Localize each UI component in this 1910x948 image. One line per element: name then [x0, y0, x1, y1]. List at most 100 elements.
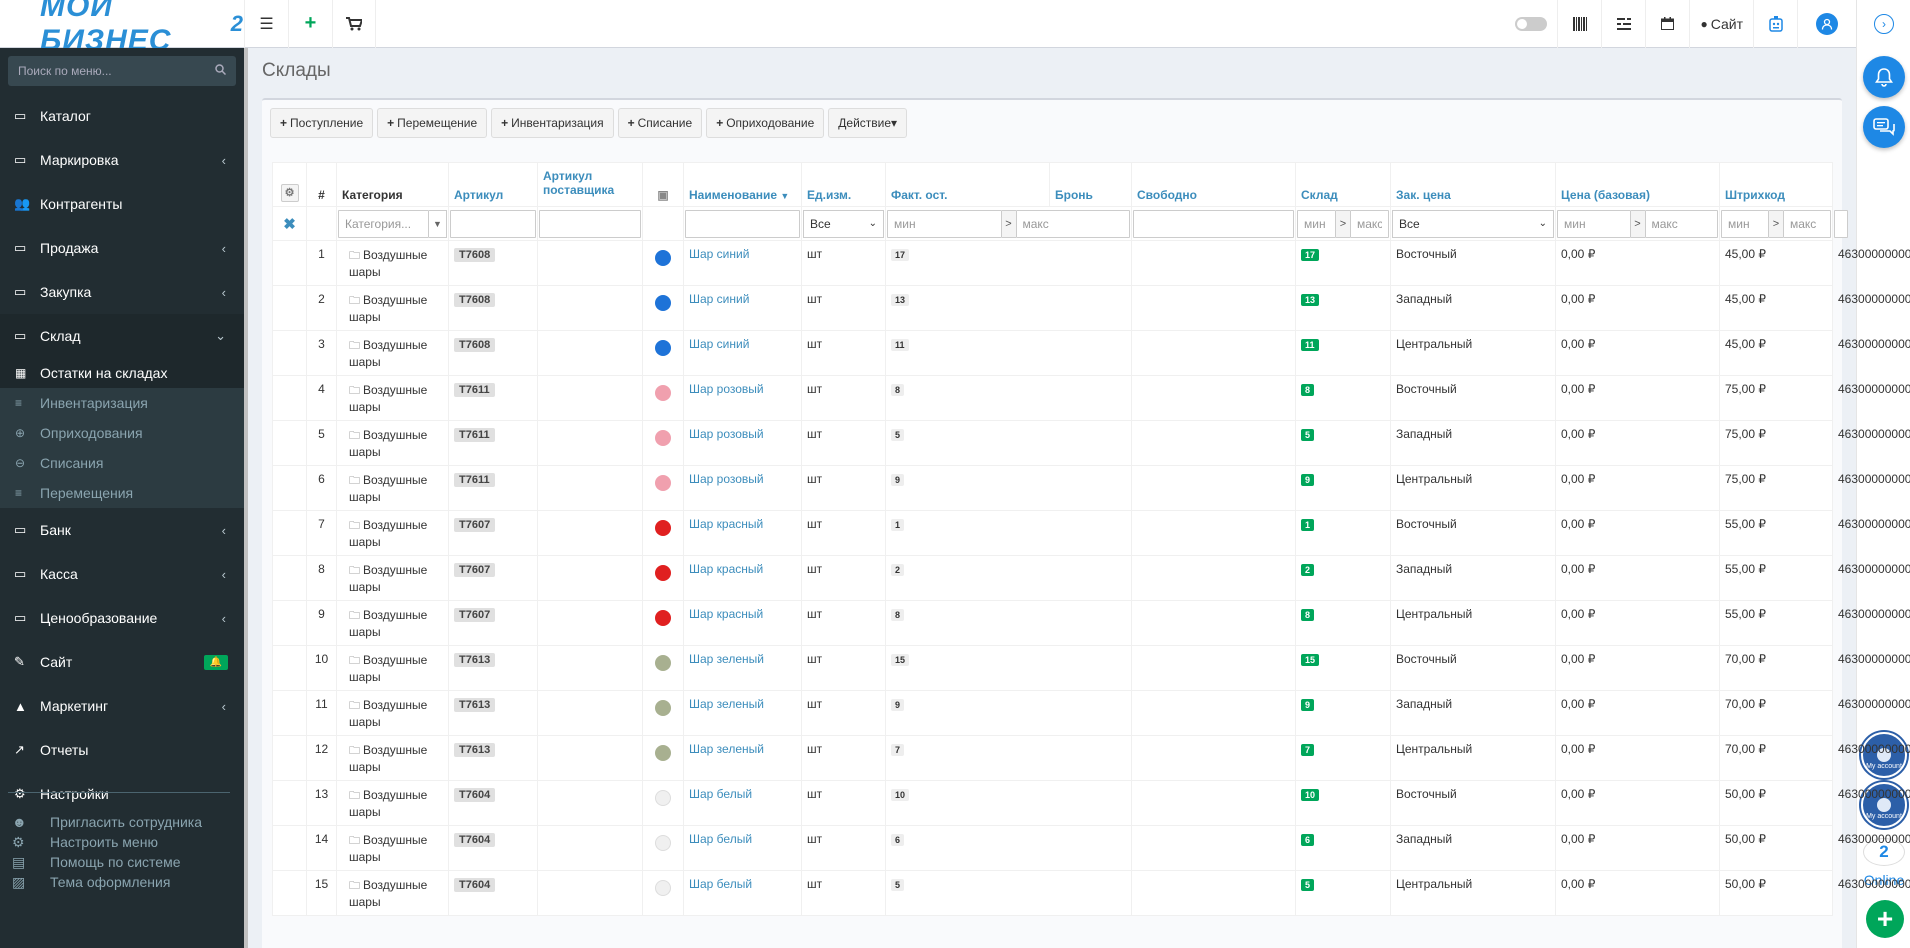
footer-item-0[interactable]: ☻ Пригласить сотрудника	[10, 812, 202, 832]
table-row[interactable]: 2 🗀 Воздушные шары T7608 Шар синий шт 13 13 Запа…	[272, 285, 1910, 331]
sidebar-item-1[interactable]: ▭ Маркировка ‹	[0, 138, 244, 182]
balloon-thumbnail-icon[interactable]	[655, 385, 671, 401]
purchase-max-input[interactable]	[1644, 209, 1718, 238]
table-row[interactable]: 4 🗀 Воздушные шары T7611 Шар розовый шт 8 8 Вост…	[272, 375, 1910, 421]
product-name-link[interactable]: Шар зеленый	[689, 697, 764, 711]
free-min-input[interactable]	[1297, 209, 1336, 238]
sidebar-item-a0[interactable]: ▭ Банк ‹	[0, 508, 244, 552]
table-row[interactable]: 13 🗀 Воздушные шары T7604 Шар белый шт 10 10 Вос…	[272, 780, 1910, 826]
product-name-link[interactable]: Шар зеленый	[689, 742, 764, 756]
table-row[interactable]: 15 🗀 Воздушные шары T7604 Шар белый шт 5 5 Центр…	[272, 870, 1910, 916]
robot-icon[interactable]	[1753, 0, 1797, 48]
unit-filter-select[interactable]: Все ⌄	[803, 209, 884, 238]
sidebar-item-a4[interactable]: ▲ Маркетинг ‹	[0, 684, 244, 728]
article-filter-input[interactable]	[450, 209, 536, 238]
theme-toggle[interactable]	[1515, 16, 1548, 31]
balloon-thumbnail-icon[interactable]	[655, 565, 671, 581]
sidebar-item-5[interactable]: ▭ Склад ⌄	[0, 314, 244, 358]
balloon-thumbnail-icon[interactable]	[655, 835, 671, 851]
action-button-0[interactable]: + Поступление	[270, 108, 374, 138]
sidebar-item-a2[interactable]: ▭ Ценообразование ‹	[0, 596, 244, 640]
balloon-thumbnail-icon[interactable]	[655, 340, 671, 356]
add-fab-icon[interactable]: +	[1866, 900, 1904, 938]
header-name[interactable]: Наименование ▼	[683, 162, 802, 207]
reserve-filter-input[interactable]	[1133, 209, 1294, 238]
tasks-icon[interactable]	[1601, 0, 1645, 48]
clear-filters-icon[interactable]: ✖	[274, 215, 305, 233]
menu-toggle-icon[interactable]: ☰	[244, 0, 288, 48]
header-fact[interactable]: Факт. ост.	[885, 162, 1050, 207]
sidebar-item-a6[interactable]: ⚙ Настройки	[0, 772, 244, 816]
header-barcode[interactable]: Штрихкод	[1719, 162, 1833, 207]
category-filter-input[interactable]	[338, 209, 429, 238]
header-unit[interactable]: Ед.изм.	[801, 162, 886, 207]
name-filter-input[interactable]	[685, 209, 800, 238]
product-name-link[interactable]: Шар розовый	[689, 472, 764, 486]
free-max-input[interactable]	[1350, 209, 1389, 238]
footer-item-2[interactable]: ▤ Помощь по системе	[10, 852, 202, 872]
collapse-chevron-icon[interactable]: ›	[1874, 14, 1894, 34]
base-max-input[interactable]	[1783, 209, 1831, 238]
balloon-thumbnail-icon[interactable]	[655, 475, 671, 491]
submenu-item-2[interactable]: ⊕ Оприходования	[0, 418, 244, 448]
base-min-input[interactable]	[1721, 209, 1769, 238]
product-name-link[interactable]: Шар розовый	[689, 382, 764, 396]
footer-item-3[interactable]: ▨ Тема оформления	[10, 872, 202, 892]
balloon-thumbnail-icon[interactable]	[655, 655, 671, 671]
table-row[interactable]: 1 🗀 Воздушные шары T7608 Шар синий шт 17 17 Вост…	[272, 240, 1910, 286]
product-name-link[interactable]: Шар розовый	[689, 427, 764, 441]
header-article[interactable]: Артикул	[448, 162, 538, 207]
gear-icon[interactable]: ⚙	[280, 184, 299, 202]
product-name-link[interactable]: Шар красный	[689, 607, 763, 621]
header-warehouse[interactable]: Склад	[1295, 162, 1391, 207]
action-button-2[interactable]: + Инвентаризация	[491, 108, 614, 138]
action-button-3[interactable]: + Списание	[617, 108, 703, 138]
balloon-thumbnail-icon[interactable]	[655, 250, 671, 266]
header-reserve[interactable]: Бронь	[1049, 162, 1132, 207]
supplier-article-filter-input[interactable]	[539, 209, 641, 238]
balloon-thumbnail-icon[interactable]	[655, 700, 671, 716]
calendar-icon[interactable]	[1645, 0, 1689, 48]
submenu-item-1[interactable]: ≡ Инвентаризация	[0, 388, 244, 418]
search-icon[interactable]	[215, 64, 227, 78]
purchase-min-input[interactable]	[1557, 209, 1631, 238]
submenu-item-0[interactable]: ▦ Остатки на складах	[0, 358, 244, 388]
header-purchase-price[interactable]: Зак. цена	[1390, 162, 1556, 207]
table-row[interactable]: 3 🗀 Воздушные шары T7608 Шар синий шт 11 11 Цент…	[272, 330, 1910, 376]
balloon-thumbnail-icon[interactable]	[655, 880, 671, 896]
site-link[interactable]: ● Сайт	[1689, 0, 1753, 48]
balloon-thumbnail-icon[interactable]	[655, 520, 671, 536]
warehouse-filter-select[interactable]: Все ⌄	[1392, 209, 1554, 238]
action-dropdown-button[interactable]: Действие ▾	[828, 108, 908, 138]
cart-icon[interactable]	[332, 0, 376, 48]
user-menu[interactable]	[1797, 0, 1856, 48]
sidebar-item-2[interactable]: 👥 Контрагенты	[0, 182, 244, 226]
product-name-link[interactable]: Шар синий	[689, 337, 749, 351]
balloon-thumbnail-icon[interactable]	[655, 295, 671, 311]
sidebar-item-a1[interactable]: ▭ Касса ‹	[0, 552, 244, 596]
table-row[interactable]: 9 🗀 Воздушные шары T7607 Шар красный шт 8 8 Цент…	[272, 600, 1910, 646]
table-row[interactable]: 10 🗀 Воздушные шары T7613 Шар зеленый шт 15 15 В…	[272, 645, 1910, 691]
balloon-thumbnail-icon[interactable]	[655, 610, 671, 626]
submenu-item-4[interactable]: ≡ Перемещения	[0, 478, 244, 508]
menu-search-input[interactable]	[18, 64, 215, 78]
logo[interactable]: МОЙ БИЗНЕС 2	[0, 0, 244, 57]
balloon-thumbnail-icon[interactable]	[655, 790, 671, 806]
product-name-link[interactable]: Шар белый	[689, 832, 752, 846]
table-row[interactable]: 14 🗀 Воздушные шары T7604 Шар белый шт 6 6 Запад…	[272, 825, 1910, 871]
action-button-4[interactable]: + Оприходование	[706, 108, 825, 138]
submenu-item-3[interactable]: ⊖ Списания	[0, 448, 244, 478]
sidebar-item-4[interactable]: ▭ Закупка ‹	[0, 270, 244, 314]
table-row[interactable]: 12 🗀 Воздушные шары T7613 Шар зеленый шт 7 7 Цен…	[272, 735, 1910, 781]
sidebar-scrollbar[interactable]	[244, 48, 248, 948]
balloon-thumbnail-icon[interactable]	[655, 745, 671, 761]
column-settings[interactable]: ⚙	[272, 162, 307, 207]
chat-icon[interactable]	[1863, 106, 1905, 148]
header-category[interactable]: Категория	[336, 162, 449, 207]
table-row[interactable]: 5 🗀 Воздушные шары T7611 Шар розовый шт 5 5 Запа…	[272, 420, 1910, 466]
product-name-link[interactable]: Шар белый	[689, 787, 752, 801]
header-base-price[interactable]: Цена (базовая)	[1555, 162, 1720, 207]
header-supplier-article[interactable]: Артикул поставщика	[537, 162, 643, 207]
caret-down-icon[interactable]: ▼	[429, 209, 447, 238]
product-name-link[interactable]: Шар красный	[689, 517, 763, 531]
